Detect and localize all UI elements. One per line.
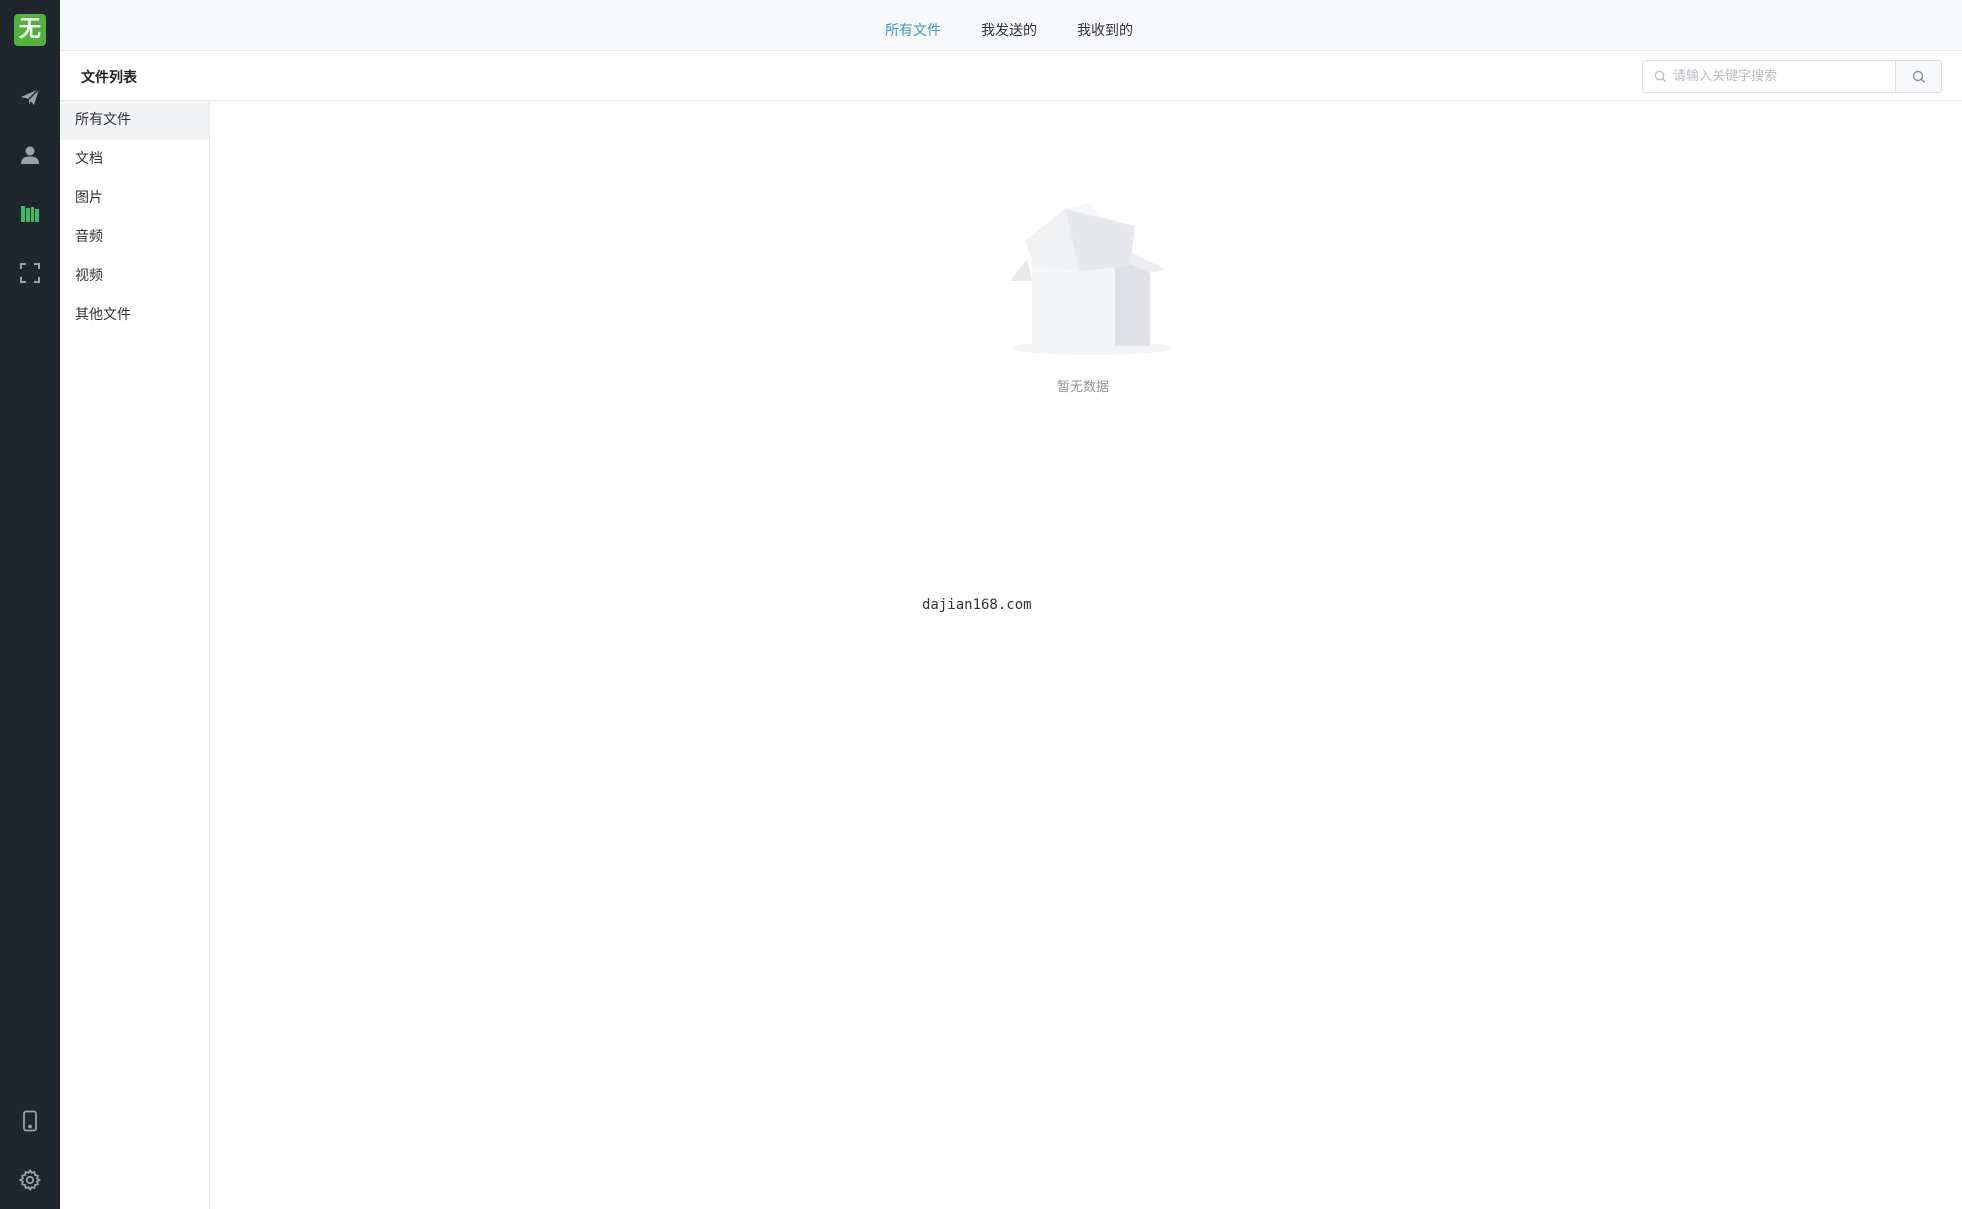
library-icon[interactable] [15, 199, 45, 229]
category-audio[interactable]: 音频 [60, 218, 209, 257]
category-all-files[interactable]: 所有文件 [60, 101, 209, 140]
empty-state-text: 暂无数据 [1057, 380, 1110, 395]
gear-icon[interactable] [15, 1165, 45, 1195]
category-documents[interactable]: 文档 [60, 140, 209, 179]
app-rail: 无 [0, 0, 60, 1209]
scan-icon[interactable] [15, 258, 45, 288]
tab-all-files[interactable]: 所有文件 [885, 20, 941, 40]
search-box [1642, 60, 1942, 93]
top-tab-bar: 所有文件 我发送的 我收到的 [60, 0, 1962, 51]
search-input-wrap [1643, 61, 1895, 92]
tab-sent[interactable]: 我发送的 [981, 20, 1037, 40]
empty-box-illustration [1010, 203, 1172, 355]
category-images[interactable]: 图片 [60, 179, 209, 218]
search-input[interactable] [1643, 61, 1895, 92]
search-button-icon [1912, 70, 1925, 83]
tab-received[interactable]: 我收到的 [1077, 20, 1133, 40]
content-header: 文件列表 [60, 51, 1962, 101]
category-video[interactable]: 视频 [60, 257, 209, 296]
send-icon[interactable] [15, 82, 45, 112]
category-sidebar: 所有文件 文档 图片 音频 视频 其他文件 [60, 101, 210, 1209]
app-logo[interactable]: 无 [14, 14, 46, 46]
app-window: 无 所有文件 我发送的 我收到的 文件列表 请输入关键字搜索 所有文件 文档 图… [0, 0, 1962, 1209]
page-title: 文件列表 [81, 70, 137, 86]
search-button[interactable] [1895, 61, 1941, 92]
contacts-icon[interactable] [15, 140, 45, 170]
phone-icon[interactable] [15, 1106, 45, 1136]
file-list-area: 暂无数据 dajian168.com [210, 101, 1962, 1209]
watermark-text: dajian168.com [922, 597, 1032, 613]
search-icon [1654, 70, 1667, 83]
category-other-files[interactable]: 其他文件 [60, 296, 209, 335]
